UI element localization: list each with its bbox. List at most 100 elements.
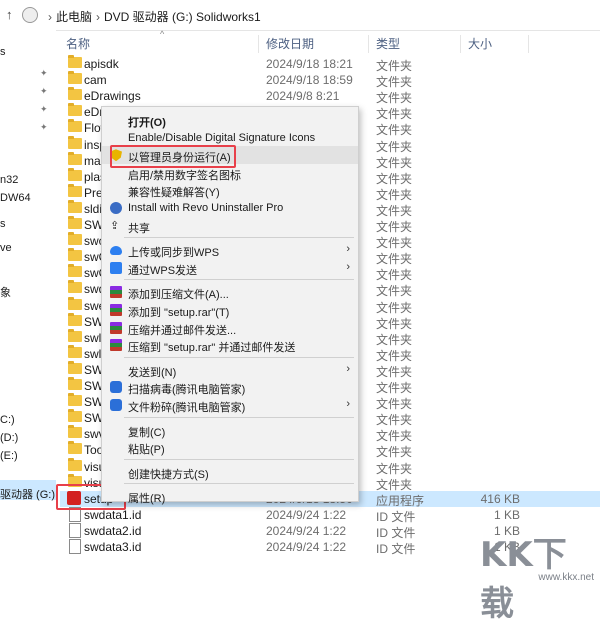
folder-icon: [68, 167, 82, 181]
menu-copy[interactable]: 复制(C): [102, 421, 358, 439]
menu-separator: [124, 279, 354, 281]
revo-icon: [110, 202, 122, 214]
menu-item-label: 启用/禁用数字签名图标: [128, 169, 242, 182]
menu-add-archive[interactable]: 添加到压缩文件(A)...: [102, 283, 358, 301]
file-date: 2024/9/18 18:21: [266, 57, 353, 71]
share-icon: ⇪: [110, 219, 120, 232]
sidebar-item[interactable]: C:): [0, 414, 15, 426]
column-header: ^ 名称 修改日期 类型 大小: [60, 29, 600, 55]
menu-digital-signature[interactable]: Enable/Disable Digital Signature Icons: [102, 129, 358, 147]
menu-compat-troubleshoot[interactable]: 兼容性疑难解答(Y): [102, 181, 358, 199]
sidebar-item[interactable]: (D:): [0, 432, 18, 444]
file-name: cam: [84, 73, 107, 88]
menu-item-label: 创建快捷方式(S): [128, 468, 209, 481]
menu-revo-install[interactable]: Install with Revo Uninstaller Pro: [102, 199, 358, 217]
file-size: 416 KB: [480, 491, 520, 506]
folder-icon: [68, 135, 82, 149]
menu-wps-upload[interactable]: 上传或同步到WPS ›: [102, 241, 358, 259]
this-pc-icon: [22, 7, 38, 23]
menu-item-label: 通过WPS发送: [128, 264, 198, 277]
column-size[interactable]: 大小: [468, 35, 492, 52]
column-date[interactable]: 修改日期: [266, 35, 314, 52]
file-type: ID 文件: [376, 542, 416, 556]
folder-icon: [68, 457, 82, 471]
sidebar-item[interactable]: s: [0, 218, 6, 230]
file-icon: [69, 539, 81, 554]
sidebar-item[interactable]: 象: [0, 284, 11, 300]
table-row[interactable]: cam 2024/9/18 18:59 文件夹: [60, 71, 600, 89]
folder-icon: [68, 183, 82, 197]
menu-open[interactable]: 打开(O): [102, 111, 358, 129]
menu-create-shortcut[interactable]: 创建快捷方式(S): [102, 463, 358, 481]
menu-paste[interactable]: 粘贴(P): [102, 438, 358, 456]
menu-file-shred[interactable]: 文件粉碎(腾讯电脑管家) ›: [102, 396, 358, 414]
table-row[interactable]: eDrawings 2024/9/8 8:21 文件夹: [60, 87, 600, 105]
column-name[interactable]: 名称: [66, 35, 90, 52]
rar-icon: [110, 286, 122, 299]
navigation-pane: ✦ ✦ ✦ ✦ s n32 DW64 s ve 象 C:) (D:) (E:) 驱动器 (G:) …: [0, 30, 56, 587]
menu-add-setup-rar[interactable]: 添加到 "setup.rar"(T): [102, 301, 358, 319]
menu-item-label: 粘贴(P): [128, 444, 165, 457]
table-row[interactable]: apisdk 2024/9/18 18:21 文件夹: [60, 55, 600, 73]
sidebar-item[interactable]: (E:): [0, 450, 18, 462]
menu-item-label: 添加到压缩文件(A)...: [128, 289, 229, 302]
file-name: swdata3.id: [84, 540, 142, 554]
folder-icon: [68, 377, 82, 390]
pin-icon: ✦: [40, 86, 48, 96]
menu-item-label: Install with Revo Uninstaller Pro: [128, 202, 284, 214]
chevron-right-icon: ›: [346, 260, 350, 273]
sidebar-item[interactable]: ve: [0, 242, 12, 254]
chevron-right-icon: ›: [346, 362, 350, 375]
sidebar-item[interactable]: s: [0, 46, 6, 58]
file-date: 2024/9/24 1:22: [266, 523, 347, 538]
menu-share[interactable]: ⇪ 共享: [102, 217, 358, 235]
menu-item-label: 共享: [128, 222, 150, 235]
wps-send-icon: [110, 261, 122, 274]
menu-item-label: 文件粉碎(腾讯电脑管家): [128, 402, 246, 414]
sort-caret-icon: ^: [160, 29, 165, 39]
menu-item-label: 压缩并通过邮件发送...: [128, 324, 237, 337]
sidebar-item[interactable]: n32: [0, 174, 18, 186]
menu-item-label: 压缩到 "setup.rar" 并通过邮件发送: [128, 342, 296, 355]
menu-compress-email[interactable]: 压缩并通过邮件发送...: [102, 319, 358, 337]
address-bar[interactable]: ↑ › 此电脑 › DVD 驱动器 (G:) Solidworks1: [0, 0, 600, 31]
menu-compress-setup-email[interactable]: 压缩到 "setup.rar" 并通过邮件发送: [102, 336, 358, 354]
chevron-right-icon: ›: [346, 398, 350, 410]
folder-icon: [68, 103, 82, 117]
folder-icon: [68, 232, 82, 246]
menu-item-label: 属性(R): [128, 493, 166, 506]
folder-icon: [68, 216, 82, 229]
menu-scan-virus[interactable]: 扫描病毒(腾讯电脑管家): [102, 378, 358, 396]
file-icon: [69, 522, 81, 538]
file-date: 2024/9/18 18:59: [266, 73, 353, 88]
file-name: swdata2.id: [84, 523, 142, 538]
file-name: eDrawings: [84, 89, 141, 104]
sidebar-item[interactable]: DW64: [0, 192, 31, 204]
menu-separator: [124, 483, 354, 485]
file-date: 2024/9/24 1:22: [266, 507, 347, 522]
menu-item-label: 上传或同步到WPS: [128, 247, 220, 260]
pin-icon: ✦: [40, 68, 48, 78]
menu-item-label: 复制(C): [128, 426, 166, 439]
sidebar-item[interactable]: 驱动器 (G:) Sc: [0, 486, 56, 502]
menu-properties[interactable]: 属性(R): [102, 487, 358, 505]
watermark-logo: KK下载 www.kkx.net: [474, 517, 594, 624]
folder-icon: [68, 328, 82, 342]
folder-icon: [68, 248, 82, 262]
rar-icon: [110, 339, 122, 352]
column-type[interactable]: 类型: [376, 35, 400, 52]
folder-icon: [68, 151, 82, 165]
folder-icon: [68, 312, 82, 326]
breadcrumb-dvd-drive[interactable]: DVD 驱动器 (G:) Solidworks1: [104, 10, 261, 24]
folder-icon: [68, 87, 82, 101]
menu-send-to[interactable]: 发送到(N) ›: [102, 361, 358, 379]
breadcrumb-this-pc[interactable]: 此电脑: [56, 10, 92, 24]
tencent-icon: [110, 381, 122, 394]
menu-wps-send[interactable]: 通过WPS发送 ›: [102, 259, 358, 277]
menu-separator: [124, 416, 354, 418]
up-arrow-icon[interactable]: ↑: [6, 7, 13, 22]
wps-cloud-icon: [110, 246, 122, 256]
rar-icon: [110, 321, 122, 334]
file-date: 2024/9/24 1:22: [266, 540, 347, 554]
menu-item-label: 发送到(N): [128, 366, 177, 379]
